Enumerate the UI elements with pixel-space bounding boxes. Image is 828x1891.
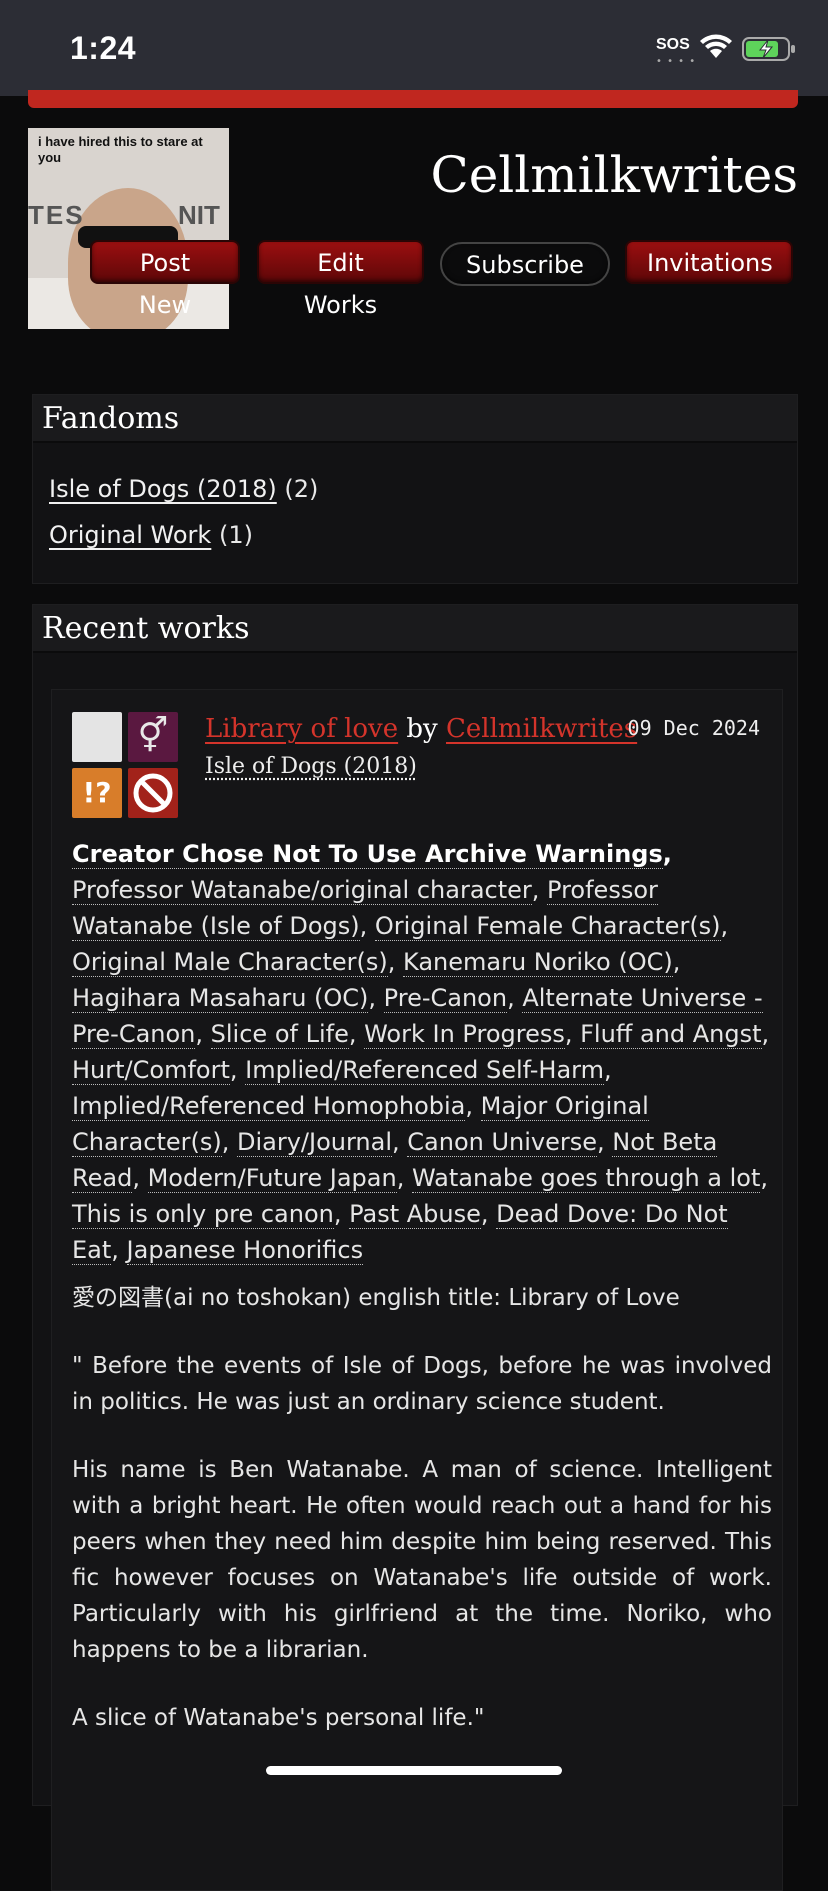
summary-paragraph: " Before the events of Isle of Dogs, bef… (72, 1348, 772, 1420)
tag-link[interactable]: Original Female Character(s) (375, 912, 721, 941)
tag-link[interactable]: Kanemaru Noriko (OC) (403, 948, 673, 977)
tag-link[interactable]: Slice of Life (211, 1020, 349, 1049)
work-date: 09 Dec 2024 (628, 716, 760, 740)
tag-link[interactable]: Diary/Journal (237, 1128, 392, 1157)
tag-link[interactable]: This is only pre canon (72, 1200, 334, 1229)
summary-paragraph: 愛の図書(ai no toshokan) english title: Libr… (72, 1280, 772, 1316)
fandom-item: Original Work (1) (49, 521, 253, 549)
battery-charging-icon (742, 36, 796, 62)
tag-link[interactable]: Past Abuse (349, 1200, 481, 1229)
tag-link[interactable]: Implied/Referenced Homophobia (72, 1092, 465, 1121)
tag-link[interactable]: Professor Watanabe/original character (72, 876, 532, 905)
home-indicator[interactable] (266, 1766, 562, 1775)
author-link[interactable]: Cellmilkwrites (446, 714, 637, 744)
wifi-icon (698, 34, 734, 60)
tag-link[interactable]: Watanabe goes through a lot (412, 1164, 760, 1193)
work-heading: Library of love by Cellmilkwrites (205, 714, 637, 744)
fandom-link-isle-of-dogs[interactable]: Isle of Dogs (2018) (49, 475, 277, 503)
rating-not-rated-icon[interactable] (72, 712, 122, 762)
avatar: TES NIT i have hired this to stare at yo… (28, 128, 229, 329)
work-summary: 愛の図書(ai no toshokan) english title: Libr… (72, 1280, 772, 1768)
fandom-link-original-work[interactable]: Original Work (49, 521, 211, 549)
recent-works-heading: Recent works (33, 605, 797, 653)
tag-link[interactable]: Canon Universe (407, 1128, 597, 1157)
work-in-progress-icon[interactable] (128, 768, 178, 818)
work-blurb: ⚥ !? Library of love by Cellmilkwrites 0… (51, 689, 783, 1891)
fandoms-panel: Fandoms Isle of Dogs (2018) (2) Original… (32, 394, 798, 584)
tag-link[interactable]: Work In Progress (364, 1020, 565, 1049)
tag-list: Creator Chose Not To Use Archive Warning… (72, 836, 772, 1268)
sos-indicator: SOS (656, 36, 690, 54)
fandom-count: (2) (284, 475, 318, 503)
by-label: by (406, 714, 437, 744)
tag-link[interactable]: Hagihara Masaharu (OC) (72, 984, 368, 1013)
top-accent-bar (28, 90, 798, 108)
status-bar: 1:24 SOS • • • • (0, 0, 828, 96)
avatar-caption: i have hired this to stare at you (38, 134, 229, 166)
signal-dots-icon: • • • • (656, 56, 696, 67)
warning-choose-not-to-use-icon[interactable]: !? (72, 768, 122, 818)
tag-link[interactable]: Modern/Future Japan (148, 1164, 397, 1193)
tag-link[interactable]: Pre-Canon (384, 984, 507, 1013)
username-heading: Cellmilkwrites (430, 146, 798, 204)
subscribe-button[interactable]: Subscribe (440, 242, 610, 286)
work-fandom-link[interactable]: Isle of Dogs (2018) (205, 754, 417, 779)
edit-works-button[interactable]: Edit Works (257, 240, 424, 284)
summary-paragraph: His name is Ben Watanabe. A man of scien… (72, 1452, 772, 1668)
status-time: 1:24 (70, 30, 136, 67)
warning-tag[interactable]: Creator Chose Not To Use Archive Warning… (72, 840, 663, 869)
tag-link[interactable]: Hurt/Comfort (72, 1056, 230, 1085)
recent-works-panel: Recent works ⚥ !? Library of love by Cel… (32, 604, 798, 1806)
tag-link[interactable]: Implied/Referenced Self-Harm (245, 1056, 604, 1085)
tag-link[interactable]: Japanese Honorifics (127, 1236, 364, 1265)
invitations-button[interactable]: Invitations (625, 240, 793, 284)
work-title-link[interactable]: Library of love (205, 714, 398, 744)
fandom-count: (1) (219, 521, 253, 549)
post-new-button[interactable]: Post New (90, 240, 240, 284)
category-multi-icon[interactable]: ⚥ (128, 712, 178, 762)
fandom-item: Isle of Dogs (2018) (2) (49, 475, 318, 503)
tag-link[interactable]: Fluff and Angst (580, 1020, 761, 1049)
fandoms-heading: Fandoms (33, 395, 797, 443)
tag-link[interactable]: Original Male Character(s) (72, 948, 388, 977)
summary-paragraph: A slice of Watanabe's personal life." (72, 1700, 772, 1736)
